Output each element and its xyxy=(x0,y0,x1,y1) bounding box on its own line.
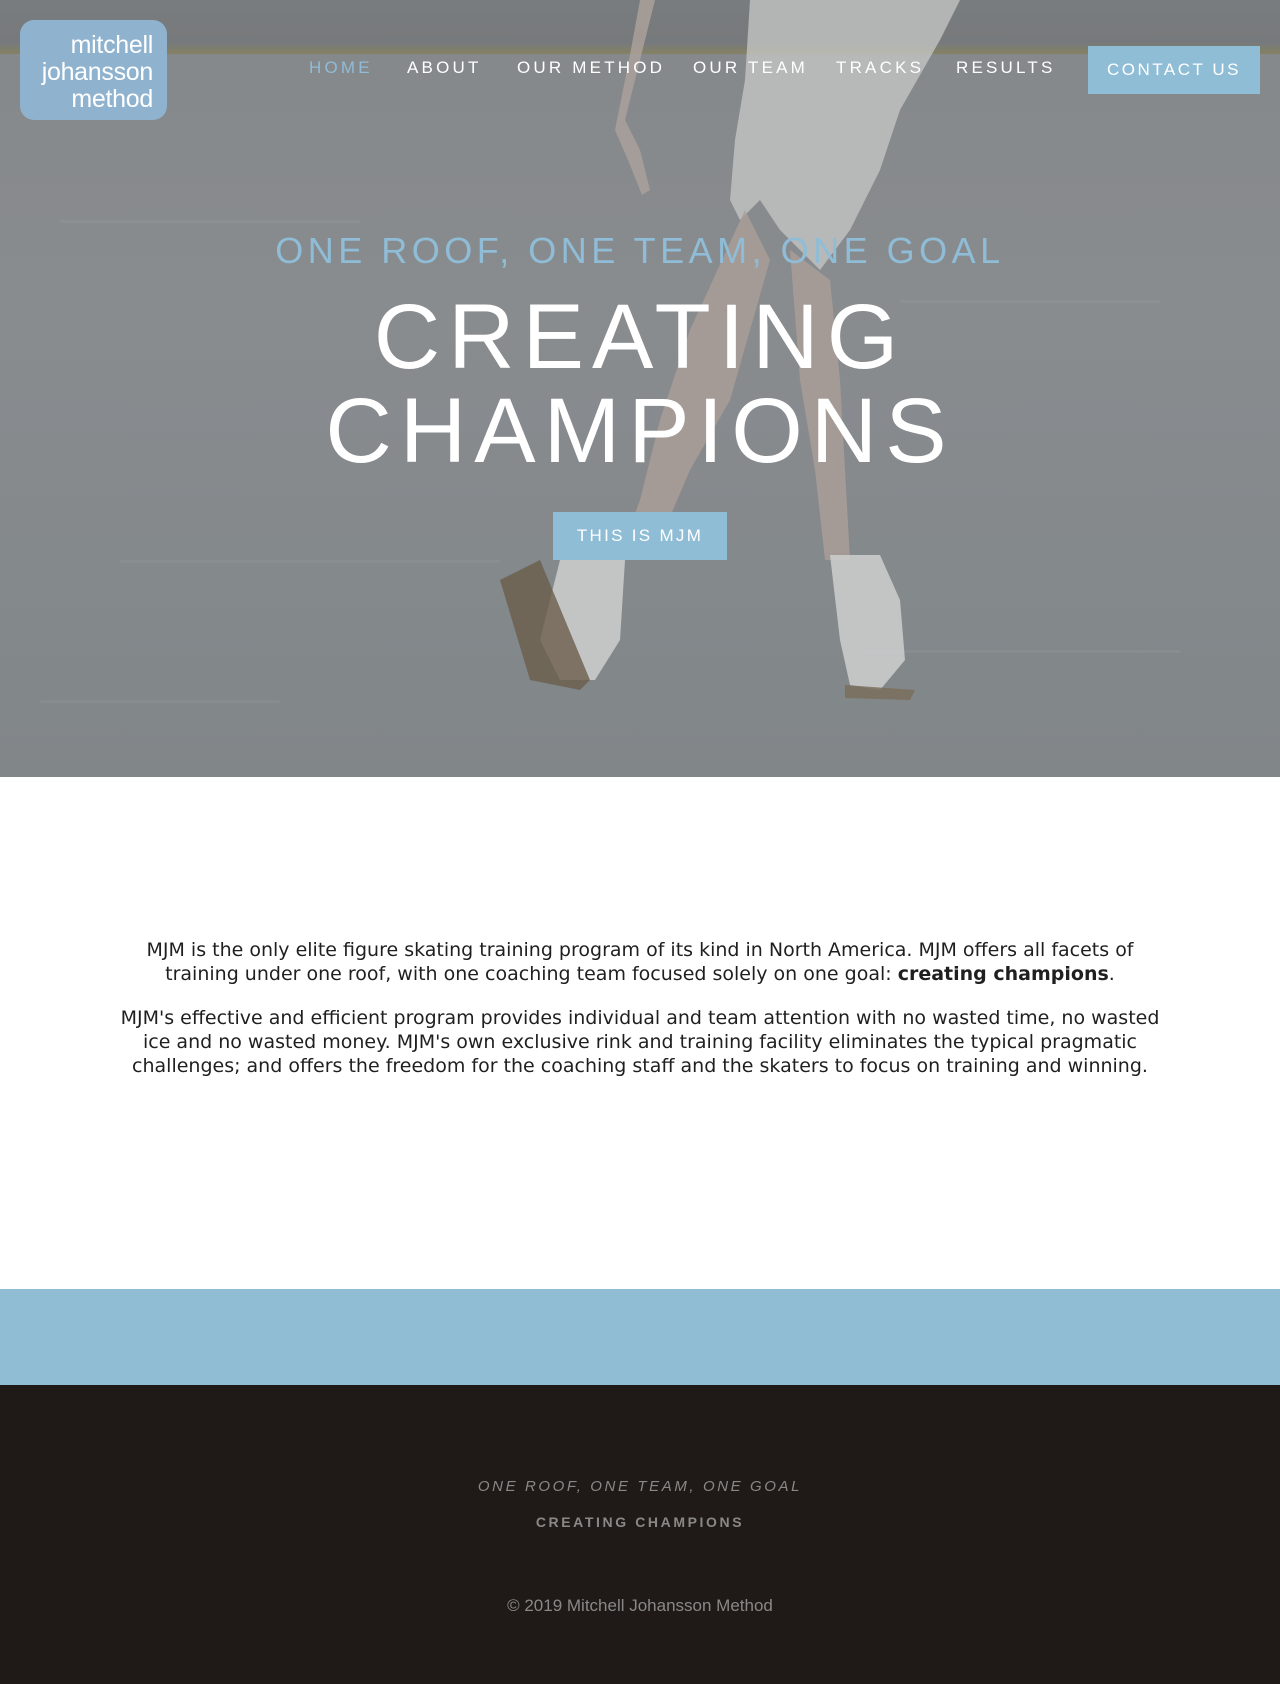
nav-our-team[interactable]: OUR TEAM xyxy=(693,58,808,78)
nav-results[interactable]: RESULTS xyxy=(956,58,1056,78)
footer-subtitle: CREATING CHAMPIONS xyxy=(535,1514,745,1530)
nav-about[interactable]: ABOUT xyxy=(407,58,482,78)
this-is-mjm-button[interactable]: THIS IS MJM xyxy=(553,512,727,560)
hero-section: mitchell johansson method HOME ABOUT OUR… xyxy=(0,0,1280,777)
intro-emphasis: creating champions xyxy=(897,963,1109,985)
intro-paragraph: MJM is the only elite figure skating tra… xyxy=(120,938,1160,986)
hero-headline-line: CHAMPIONS xyxy=(325,380,955,482)
intro-text: . xyxy=(1108,963,1115,985)
hero-headline-line: CREATING xyxy=(373,286,907,388)
intro-paragraph: MJM's effective and efficient program pr… xyxy=(120,1007,1160,1077)
nav-our-method[interactable]: OUR METHOD xyxy=(517,58,665,78)
footer-copyright: © 2019 Mitchell Johansson Method xyxy=(507,1596,773,1615)
hero-tagline: ONE ROOF, ONE TEAM, ONE GOAL xyxy=(275,230,1005,271)
intro-section: MJM is the only elite figure skating tra… xyxy=(120,938,1160,1098)
accent-band xyxy=(0,1289,1280,1385)
nav-home[interactable]: HOME xyxy=(309,58,373,78)
nav-tracks[interactable]: TRACKS xyxy=(836,58,924,78)
contact-us-button[interactable]: CONTACT US xyxy=(1088,46,1260,94)
footer-tagline: ONE ROOF, ONE TEAM, ONE GOAL xyxy=(477,1478,803,1495)
footer: ONE ROOF, ONE TEAM, ONE GOAL CREATING CH… xyxy=(0,1385,1280,1684)
hero-headline: CREATING CHAMPIONS xyxy=(0,290,1280,478)
main-nav: HOME ABOUT OUR METHOD OUR TEAM TRACKS RE… xyxy=(0,0,1280,140)
